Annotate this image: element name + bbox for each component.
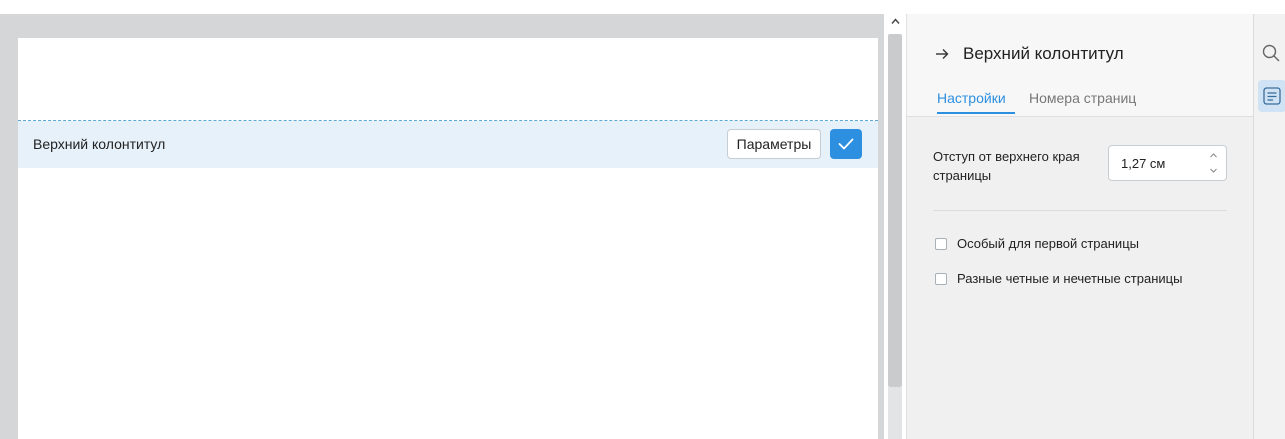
header-edit-bar: Верхний колонтитул Параметры (18, 121, 878, 168)
top-strip (0, 0, 884, 14)
checkbox-first-page-row[interactable]: Особый для первой страницы (935, 236, 1139, 251)
stepper-arrows-icon[interactable] (1209, 151, 1218, 175)
indent-label: Отступ от верхнего края страницы (933, 149, 1080, 183)
params-button[interactable]: Параметры (727, 129, 821, 159)
header-settings-panel: Верхний колонтитул Настройки Номера стра… (906, 14, 1253, 439)
active-tab-indicator (937, 112, 1015, 114)
arrow-right-icon[interactable] (935, 47, 949, 61)
header-label: Верхний колонтитул (33, 136, 166, 152)
checkbox-odd-even-label[interactable]: Разные четные и нечетные страницы (957, 271, 1182, 286)
checkbox-odd-even[interactable] (935, 272, 947, 285)
header-footer-icon (1263, 87, 1281, 105)
checkbox-first-page[interactable] (935, 237, 947, 250)
indent-value[interactable]: 1,27 см (1121, 156, 1165, 171)
tab-settings[interactable]: Настройки (937, 90, 1006, 106)
scroll-track[interactable] (888, 387, 902, 439)
document-page[interactable]: Верхний колонтитул Параметры (18, 38, 878, 439)
tab-page-numbers[interactable]: Номера страниц (1029, 90, 1136, 106)
checkbox-odd-even-row[interactable]: Разные четные и нечетные страницы (935, 271, 1182, 286)
header-footer-tool[interactable] (1258, 80, 1285, 112)
checkmark-icon (838, 138, 854, 150)
vertical-scrollbar[interactable] (884, 14, 906, 439)
search-icon[interactable] (1262, 44, 1280, 62)
scroll-up-icon[interactable] (891, 17, 900, 26)
checkbox-first-page-label[interactable]: Особый для первой страницы (957, 236, 1139, 251)
confirm-button[interactable] (830, 129, 862, 159)
panel-header: Верхний колонтитул Настройки Номера стра… (907, 14, 1253, 117)
indent-spinbox[interactable]: 1,27 см (1108, 145, 1227, 181)
scroll-thumb[interactable] (888, 34, 902, 387)
right-toolbar (1253, 14, 1285, 439)
panel-title: Верхний колонтитул (963, 44, 1124, 63)
panel-title-row: Верхний колонтитул (935, 44, 1124, 64)
document-area: Верхний колонтитул Параметры (0, 0, 884, 439)
divider (933, 210, 1227, 211)
